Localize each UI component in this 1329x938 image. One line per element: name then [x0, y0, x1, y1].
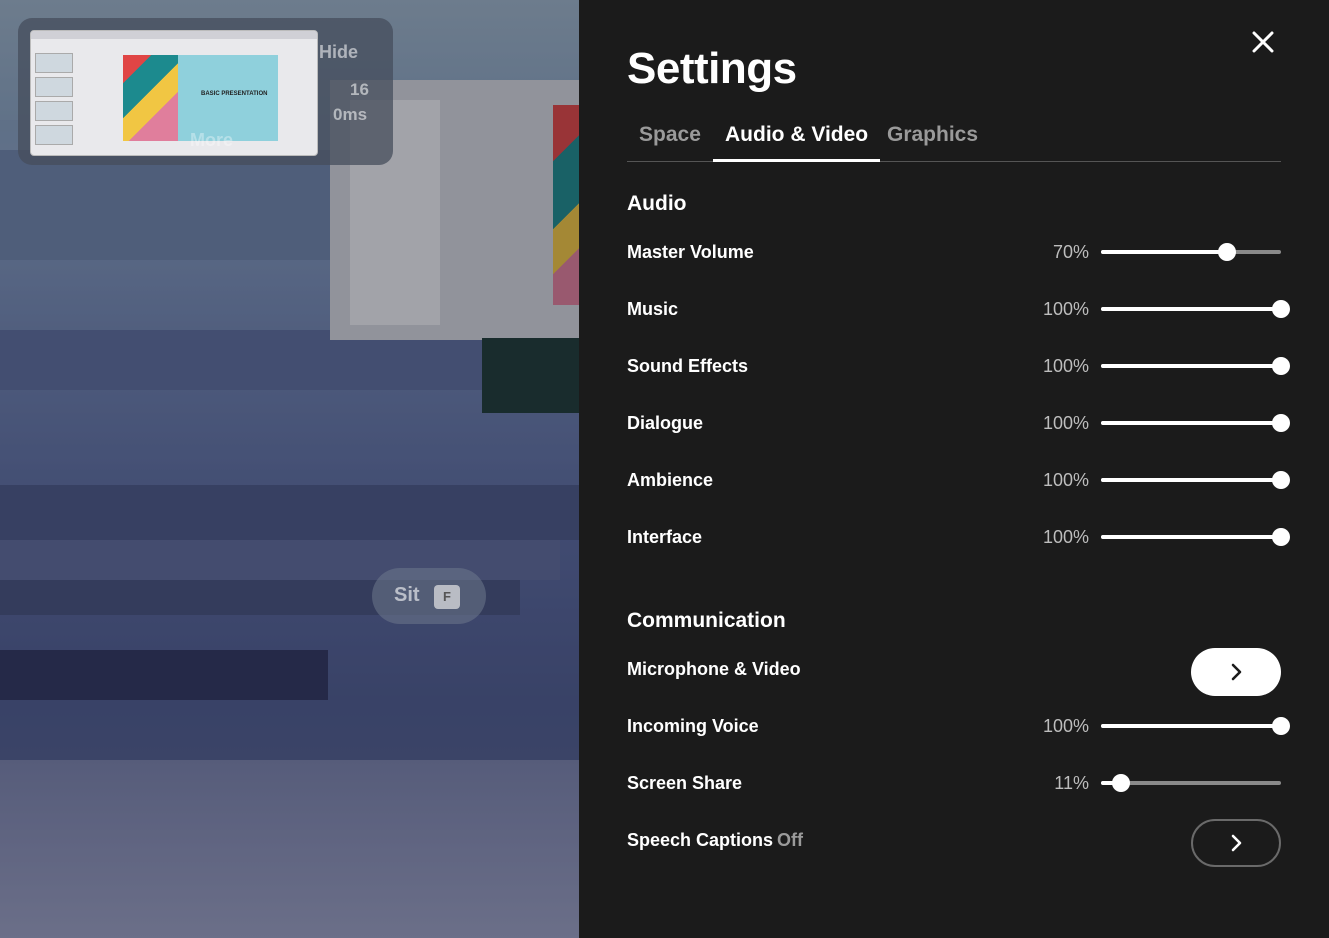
speech-captions-status: Off — [777, 830, 804, 850]
interface-slider[interactable] — [1101, 528, 1290, 546]
more-button[interactable]: More — [190, 130, 233, 151]
thumbnail-toolbar — [31, 31, 317, 39]
music-slider[interactable] — [1101, 300, 1290, 318]
stats-overlay: BASIC PRESENTATION Hide 16 0ms More — [18, 18, 393, 165]
screen-share-slider[interactable] — [1101, 774, 1281, 792]
incoming-voice-slider[interactable] — [1101, 717, 1290, 735]
setting-label: Interface — [627, 527, 703, 547]
slider-knob[interactable] — [1272, 300, 1290, 318]
setting-label: Ambience — [627, 470, 714, 490]
thumbnail-slide-art — [123, 55, 178, 141]
chevron-right-icon — [1231, 834, 1242, 852]
world-viewport[interactable]: BASIC PRESENTATION Hide 16 0ms More Sit … — [0, 0, 579, 938]
slider-knob[interactable] — [1272, 471, 1290, 489]
settings-title: Settings — [627, 44, 797, 93]
setting-dialogue: Dialogue 100% — [627, 409, 1290, 439]
setting-incoming-voice: Incoming Voice 100% — [627, 712, 1290, 742]
thumbnail-slide-title: BASIC PRESENTATION — [201, 91, 268, 97]
section-communication-title: Communication — [627, 609, 786, 632]
section-audio-title: Audio — [627, 192, 687, 215]
sit-label: Sit — [394, 584, 420, 606]
slider-knob[interactable] — [1272, 528, 1290, 546]
screen-share-thumbnail[interactable]: BASIC PRESENTATION — [30, 30, 318, 156]
setting-label: Sound Effects — [627, 356, 749, 376]
fps-readout: 16 — [350, 80, 369, 99]
setting-interface: Interface 100% — [627, 523, 1290, 553]
speech-captions-open-button[interactable] — [1191, 819, 1281, 867]
setting-ambience: Ambience 100% — [627, 466, 1290, 496]
setting-label: Dialogue — [627, 413, 704, 433]
close-button[interactable] — [1247, 26, 1279, 58]
close-icon — [1252, 31, 1274, 53]
slider-knob[interactable] — [1218, 243, 1236, 261]
thumbnail-slide-rail — [35, 53, 75, 153]
tab-space[interactable]: Space — [627, 118, 713, 162]
settings-panel: Settings Space Audio & Video Graphics Au… — [579, 0, 1329, 938]
microphone-video-open-button[interactable] — [1191, 648, 1281, 696]
sit-key-hint: F — [434, 585, 460, 609]
setting-label: Incoming Voice — [627, 716, 759, 736]
setting-label: Speech Captions Off — [627, 830, 803, 851]
ambience-slider[interactable] — [1101, 471, 1290, 489]
slider-knob[interactable] — [1272, 414, 1290, 432]
setting-microphone-video: Microphone & Video — [627, 648, 1281, 696]
setting-value: 11% — [1054, 773, 1089, 793]
setting-label: Master Volume — [627, 242, 754, 262]
setting-music: Music 100% — [627, 295, 1290, 325]
slider-knob[interactable] — [1272, 717, 1290, 735]
setting-value: 70% — [1052, 242, 1089, 262]
dialogue-slider[interactable] — [1101, 414, 1290, 432]
setting-value: 100% — [1042, 356, 1089, 376]
ping-readout: 0ms — [333, 105, 368, 124]
setting-value: 100% — [1042, 470, 1089, 490]
setting-value: 100% — [1042, 413, 1089, 433]
sit-prompt[interactable]: Sit F — [372, 568, 486, 624]
settings-tabs: Space Audio & Video Graphics — [627, 118, 1281, 162]
tab-graphics[interactable]: Graphics — [875, 118, 990, 162]
hide-button[interactable]: Hide — [319, 42, 358, 63]
thumbnail-slide: BASIC PRESENTATION — [123, 55, 278, 141]
setting-value: 100% — [1042, 527, 1089, 547]
slider-knob[interactable] — [1272, 357, 1290, 375]
sound-effects-slider[interactable] — [1101, 357, 1290, 375]
setting-label: Screen Share — [627, 773, 743, 793]
setting-value: 100% — [1042, 299, 1089, 319]
slider-knob[interactable] — [1111, 774, 1130, 792]
tab-audio-video[interactable]: Audio & Video — [713, 118, 881, 162]
setting-label: Music — [627, 299, 679, 319]
setting-screen-share: Screen Share 11% — [627, 769, 1281, 799]
setting-master-volume: Master Volume 70% — [627, 238, 1281, 268]
setting-speech-captions: Speech Captions Off — [627, 819, 1281, 867]
setting-value: 100% — [1042, 716, 1089, 736]
chevron-right-icon — [1231, 663, 1242, 681]
setting-sound-effects: Sound Effects 100% — [627, 352, 1290, 382]
master-volume-slider[interactable] — [1101, 243, 1281, 261]
setting-label: Microphone & Video — [627, 659, 801, 679]
speech-captions-label: Speech Captions — [627, 830, 774, 850]
